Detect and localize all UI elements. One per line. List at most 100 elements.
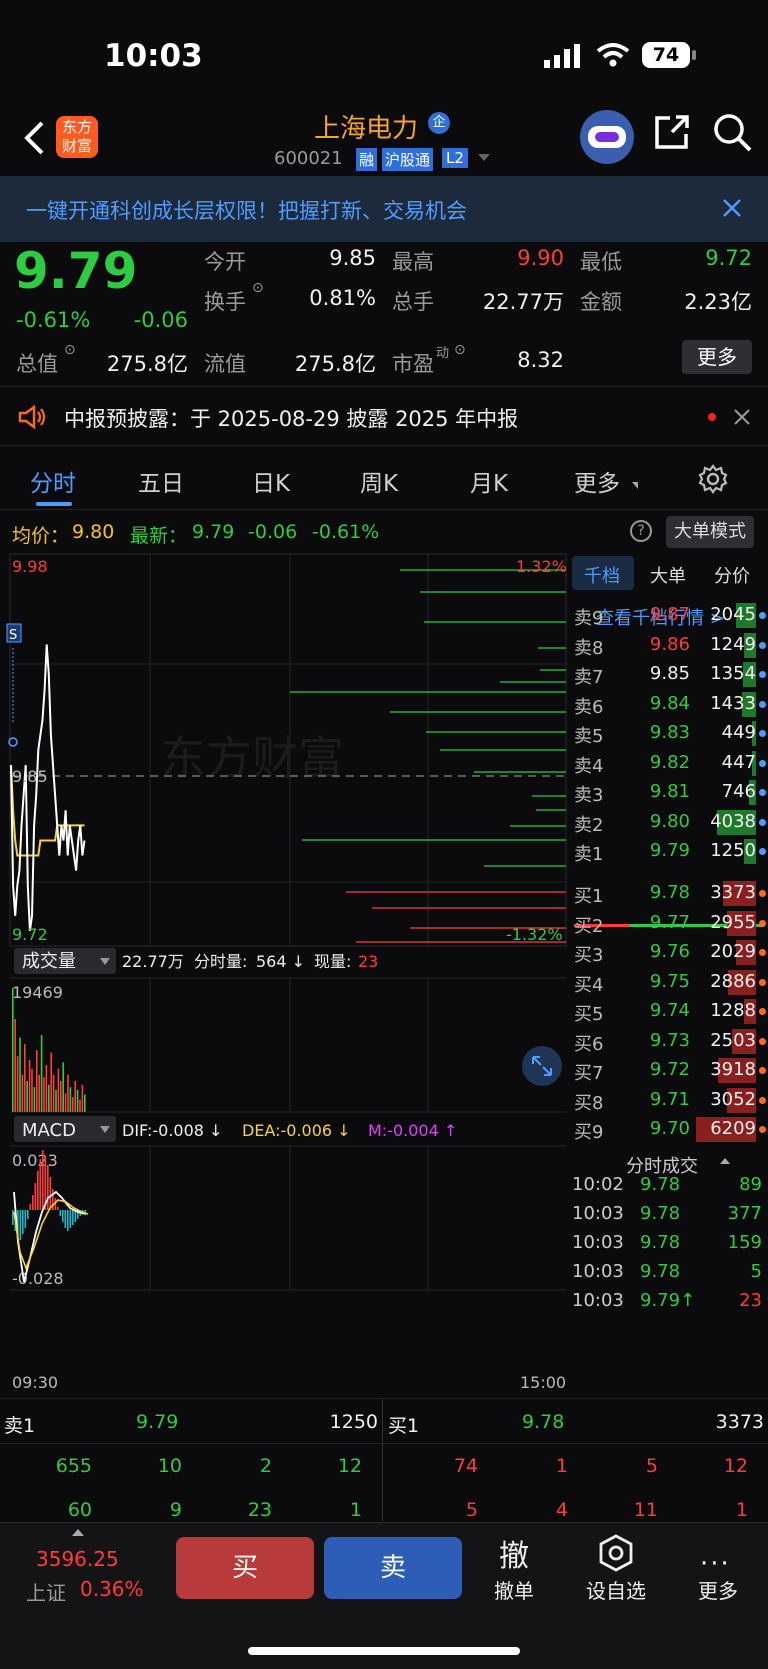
float-value: 275.8亿 [294,352,376,376]
ask-row[interactable]: 卖7 9.85 1354 [570,659,768,690]
bid-row[interactable]: 买7 9.72 3918 [570,1055,768,1086]
level-price: 9.87 [649,604,690,625]
volume-bar [12,988,14,1112]
level-marker [759,1126,766,1133]
y-bot-label: 9.72 [12,925,48,944]
ask-row[interactable]: 卖8 9.86 1249 [570,630,768,661]
tab-daily-k[interactable]: 日K [252,464,290,498]
cancel-order-icon[interactable]: 撤 [474,1531,554,1575]
tab-thousand[interactable]: 千档 [584,562,620,588]
index-pct[interactable]: 0.36% [80,1577,144,1601]
chevron-down-icon[interactable] [478,154,490,161]
bid-row[interactable]: 买3 9.76 2029 [570,937,768,968]
level-volume: 746 [721,781,756,802]
macd-selector[interactable]: MACD [22,1120,76,1141]
tab-price-split[interactable]: 分价 [714,562,750,588]
volume-bar [21,1074,24,1112]
bid-row[interactable]: 买4 9.75 2886 [570,967,768,998]
ask-row[interactable]: 卖6 9.84 1433 [570,689,768,720]
bid-row[interactable]: 买9 9.70 6209 [570,1114,768,1145]
level-price: 9.86 [649,633,690,655]
macd-bar [37,1171,39,1210]
level-volume: 1288 [710,1000,756,1021]
tab-weekly-k[interactable]: 周K [360,464,398,498]
chart-canvas[interactable]: 东方财富 S 9.98 9.85 9.72 1.32% -1.32% 成交量 2… [0,552,570,1392]
buy1-price: 9.78 [522,1411,565,1433]
tab-monthly-k[interactable]: 月K [470,464,508,498]
level-price: 9.80 [649,810,690,832]
bid-row[interactable]: 买1 9.78 3373 [570,878,768,909]
notice-bar[interactable]: 中报预披露：于 2025-08-29 披露 2025 年中报 [0,386,768,446]
index-value[interactable]: 3596.25 [36,1547,119,1571]
more-tools-button[interactable]: 更多 [678,1575,758,1604]
level-volume: 4038 [710,810,756,832]
stock-name[interactable]: 上海电力 [314,108,418,145]
close-icon[interactable] [722,198,742,218]
level-volume: 2045 [710,604,756,625]
level-label: 卖3 [574,785,604,806]
bid-row[interactable]: 买6 9.73 2503 [570,1026,768,1057]
share-icon[interactable] [652,112,692,152]
banner-text[interactable]: 一键开通科创成长层权限！把握打新、交易机会 [26,195,467,225]
bid-row[interactable]: 买5 9.74 1288 [570,996,768,1027]
tab-more[interactable]: 更多 [574,464,620,498]
cancel-order-button[interactable]: 撤单 [474,1575,554,1604]
level-price: 9.76 [649,941,690,962]
level-marker [759,671,766,678]
info-icon[interactable]: ⊙ [252,280,264,296]
index-name[interactable]: 上证 [26,1577,66,1606]
buy1-vol: 3373 [715,1411,764,1433]
promo-banner[interactable]: 一键开通科创成长层权限！把握打新、交易机会 [0,176,768,242]
big-order-mode-button[interactable]: 大单模式 [666,516,754,548]
status-bar: 10:03 74 [0,0,768,100]
level-marker [759,1067,766,1074]
gear-icon[interactable] [698,464,728,494]
more-button[interactable]: 更多 [682,340,752,374]
tick-volume: 23 [739,1290,762,1311]
tab-big-order[interactable]: 大单 [650,562,686,588]
buy1-label: 买1 [388,1415,420,1437]
level2-tag: L2 [442,148,468,168]
ask-row[interactable]: 卖5 9.83 449 [570,718,768,749]
ask-row[interactable]: 卖9 9.87 2045 [570,600,768,631]
back-icon[interactable] [22,120,46,156]
level-label: 卖9 [574,608,604,629]
level-marker [759,700,766,708]
intraday-chart[interactable]: 东方财富 S 9.98 9.85 9.72 1.32% -1.32% 成交量 2… [0,552,570,1392]
ask-row[interactable]: 卖3 9.81 746 [570,777,768,808]
add-watchlist-button[interactable]: 设自选 [576,1575,656,1604]
notice-text[interactable]: 中报预披露：于 2025-08-29 披露 2025 年中报 [64,403,518,433]
level-marker [759,919,766,927]
volume-bar [45,1064,48,1112]
collapse-caret-icon[interactable] [720,1158,730,1164]
ask-row[interactable]: 卖4 9.82 447 [570,748,768,779]
ask-row[interactable]: 卖1 9.79 1250 [570,836,768,867]
macd-bar [59,1210,62,1216]
robot-avatar-icon[interactable] [580,110,634,164]
depth-count-cell: 10 [157,1455,182,1477]
expand-up-icon[interactable] [72,1529,84,1536]
tab-five-day[interactable]: 五日 [138,464,184,498]
level-marker [759,759,766,767]
info-icon[interactable]: ⊙ [64,342,76,358]
ask-row[interactable]: 卖2 9.80 4038 [570,807,768,838]
buy-button[interactable]: 买 [176,1537,314,1599]
volume-selector[interactable]: 成交量 [22,951,76,972]
level-volume: 3918 [710,1059,756,1080]
info-icon[interactable]: ⊙ [454,342,466,358]
bid-row[interactable]: 买8 9.71 3052 [570,1085,768,1116]
search-icon[interactable] [712,112,754,154]
tab-intraday[interactable]: 分时 [30,464,76,498]
more-caret-icon [632,482,638,489]
help-icon[interactable]: ? [630,520,652,542]
close-icon[interactable] [734,409,750,425]
tick-time: 10:02 [572,1174,624,1195]
expand-icon[interactable] [522,1046,562,1086]
level-marker [759,789,766,796]
volume-bar [57,1068,60,1112]
depth-count-cell: 23 [247,1499,272,1521]
bid-row[interactable]: 买2 9.77 2955 [570,908,768,939]
watchlist-icon[interactable] [596,1533,636,1573]
sell1-price: 9.79 [136,1411,179,1433]
sell-button[interactable]: 卖 [324,1537,462,1599]
